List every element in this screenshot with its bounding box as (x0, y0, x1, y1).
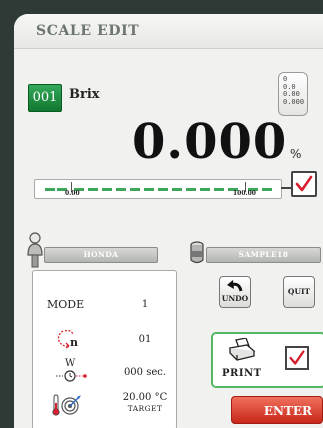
scale-edit-panel: SCALE EDIT 001 Brix 0 0.0 0.00 0.000 0.0… (14, 14, 323, 428)
print-checkbox[interactable] (285, 346, 309, 370)
user-icon (26, 231, 44, 269)
bar-segment (88, 188, 98, 191)
range-checkbox[interactable] (291, 171, 317, 197)
temperature-value: 20.00 °C (122, 392, 168, 403)
svg-text:n: n (70, 336, 78, 349)
format-option: 0.000 (283, 97, 305, 106)
printer-icon (228, 338, 256, 361)
range-max-label: 100.00 (233, 190, 256, 197)
wait-timer-icon: W (55, 358, 95, 385)
print-button[interactable]: PRINT (219, 338, 265, 382)
bar-segment (45, 188, 55, 191)
user-field[interactable]: HONDA (44, 247, 158, 263)
wait-value: 000 sec. (123, 367, 167, 378)
temperature-target-icon (51, 391, 83, 423)
measurement-settings[interactable]: MODE 1 n 01 W 000 sec. 20.00 °C TARGET (32, 270, 177, 428)
mode-row[interactable]: MODE 1 (33, 293, 176, 319)
undo-label: UNDO (221, 294, 249, 303)
bar-segment (144, 188, 154, 191)
repeat-row[interactable]: n 01 (33, 327, 176, 353)
bar-segment (214, 188, 224, 191)
mode-label: MODE (47, 298, 85, 311)
wait-row[interactable]: W 000 sec. (33, 358, 176, 385)
sample-cup-icon (189, 241, 205, 265)
bar-segment (102, 188, 112, 191)
bar-segment (186, 188, 196, 191)
range-bar[interactable]: 0.00 100.00 (34, 179, 282, 199)
value-unit: % (290, 147, 302, 161)
temperature-row[interactable]: 20.00 °C TARGET (33, 389, 176, 423)
scale-name: Brix (69, 87, 100, 102)
range-connector (281, 187, 291, 189)
repeat-value: 01 (138, 334, 152, 345)
temperature-caption: TARGET (127, 404, 163, 413)
page-title: SCALE EDIT (36, 23, 140, 39)
decimal-format-button[interactable]: 0 0.0 0.00 0.000 (278, 72, 308, 116)
bar-segment (172, 188, 182, 191)
check-icon (295, 175, 313, 192)
bar-segment (130, 188, 140, 191)
bar-segment (158, 188, 168, 191)
enter-button[interactable]: ENTER (231, 396, 323, 424)
print-group: PRINT (211, 332, 323, 388)
measured-value: 0.000 (132, 114, 288, 170)
bar-segment (200, 188, 210, 191)
range-min-label: 0.00 (65, 190, 80, 197)
quit-button[interactable]: QUIT (283, 276, 315, 308)
bar-segment (116, 188, 126, 191)
scale-number-button[interactable]: 001 (28, 84, 62, 112)
undo-arrow-icon (227, 280, 243, 292)
header-bar: SCALE EDIT (14, 14, 323, 49)
repeat-icon: n (55, 327, 83, 355)
undo-button[interactable]: UNDO (219, 276, 251, 308)
sample-field[interactable]: SAMPLE18 (206, 247, 321, 263)
print-label: PRINT (222, 368, 262, 379)
mode-value: 1 (141, 299, 149, 310)
check-icon (289, 350, 305, 365)
bar-segment (262, 188, 272, 191)
